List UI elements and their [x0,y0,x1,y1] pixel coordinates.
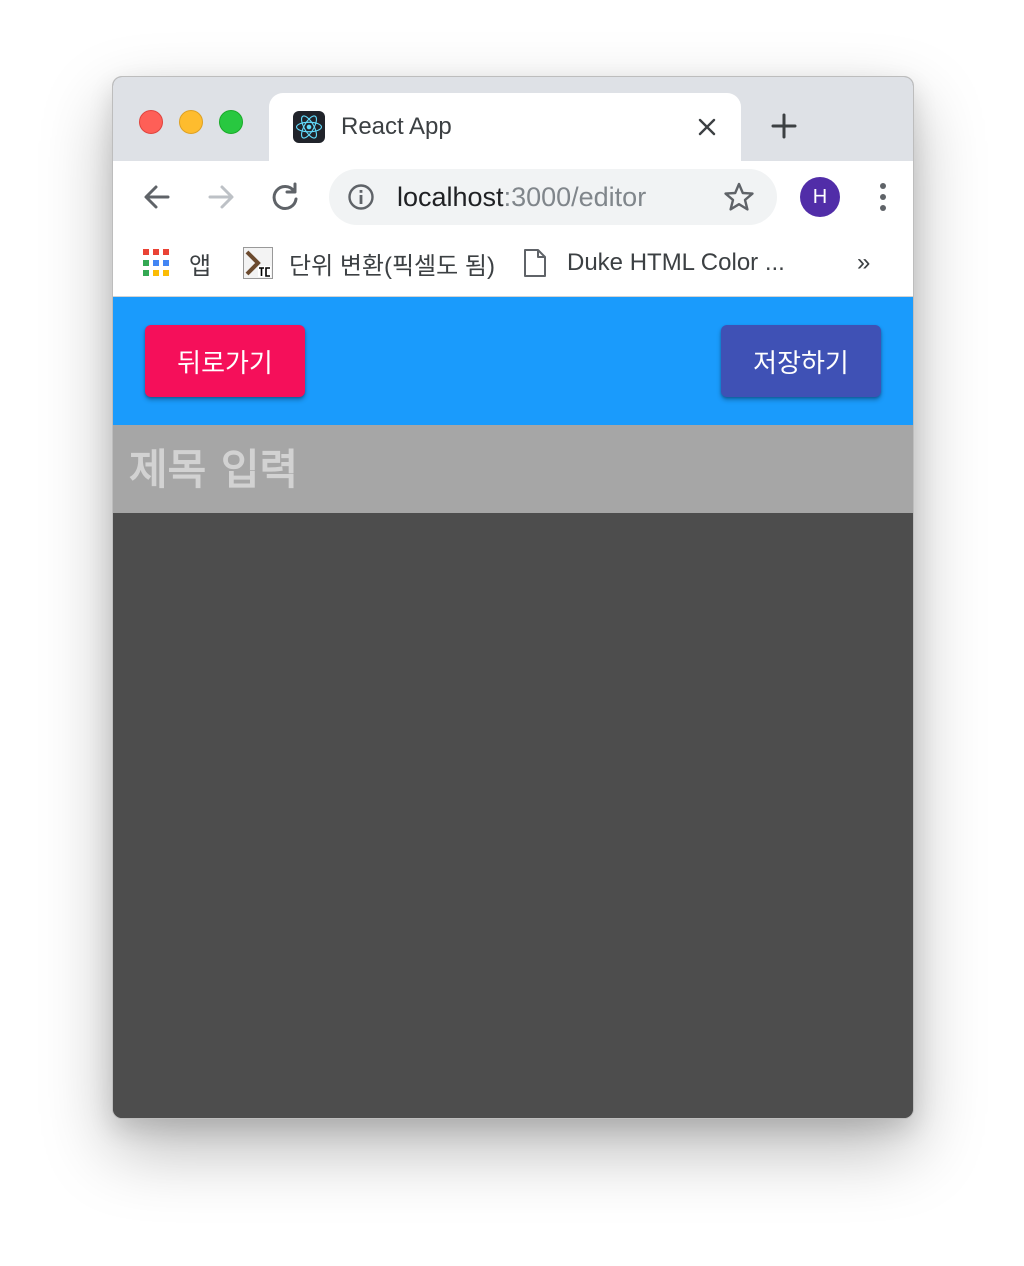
info-icon[interactable] [347,183,375,211]
back-arrow-icon[interactable] [139,179,175,215]
forward-arrow-icon[interactable] [203,179,239,215]
browser-toolbar: localhost:3000/editor H [113,161,913,233]
document-icon [524,249,546,277]
minimize-window-button[interactable] [179,110,203,134]
bookmark-star-icon[interactable] [723,181,755,213]
browser-window: React App localhost:3000/editor H 앱 단위 변… [112,76,914,1119]
title-bar [113,425,913,513]
profile-avatar[interactable]: H [800,177,840,217]
title-input[interactable] [113,425,913,513]
bookmarks-bar: 앱 단위 변환(픽셀도 됨) Duke HTML Color ... » [113,233,913,297]
bookmark-duke-html-color[interactable]: Duke HTML Color ... [523,243,785,283]
url-host: localhost [397,182,504,212]
tab-title: React App [341,113,452,140]
react-logo-icon [293,111,325,143]
bookmark-apps[interactable]: 앱 [143,243,211,283]
close-tab-icon[interactable] [693,113,721,141]
close-window-button[interactable] [139,110,163,134]
site-favicon [243,247,273,279]
bookmark-unit-converter[interactable]: 단위 변환(픽셀도 됨) [243,243,495,283]
apps-grid-icon [143,249,171,277]
new-tab-plus-icon[interactable] [769,111,799,141]
more-bookmarks-chevron-icon[interactable]: » [857,243,870,283]
maximize-window-button[interactable] [219,110,243,134]
editor-header: 뒤로가기 저장하기 [113,297,913,425]
back-button[interactable]: 뒤로가기 [145,325,305,397]
editor-body[interactable] [113,513,913,1118]
address-bar[interactable]: localhost:3000/editor [329,169,777,225]
bookmark-label: 단위 변환(픽셀도 됨) [289,252,495,280]
kebab-menu-icon[interactable] [871,179,895,215]
tab-react-app[interactable]: React App [269,93,741,161]
save-button[interactable]: 저장하기 [721,325,881,397]
tab-strip: React App [113,77,913,161]
bookmark-label: 앱 [189,252,212,280]
url-text[interactable]: localhost:3000/editor [397,182,646,213]
reload-icon[interactable] [267,179,303,215]
bookmark-label: Duke HTML Color ... [567,249,785,276]
url-path: :3000/editor [503,182,647,212]
